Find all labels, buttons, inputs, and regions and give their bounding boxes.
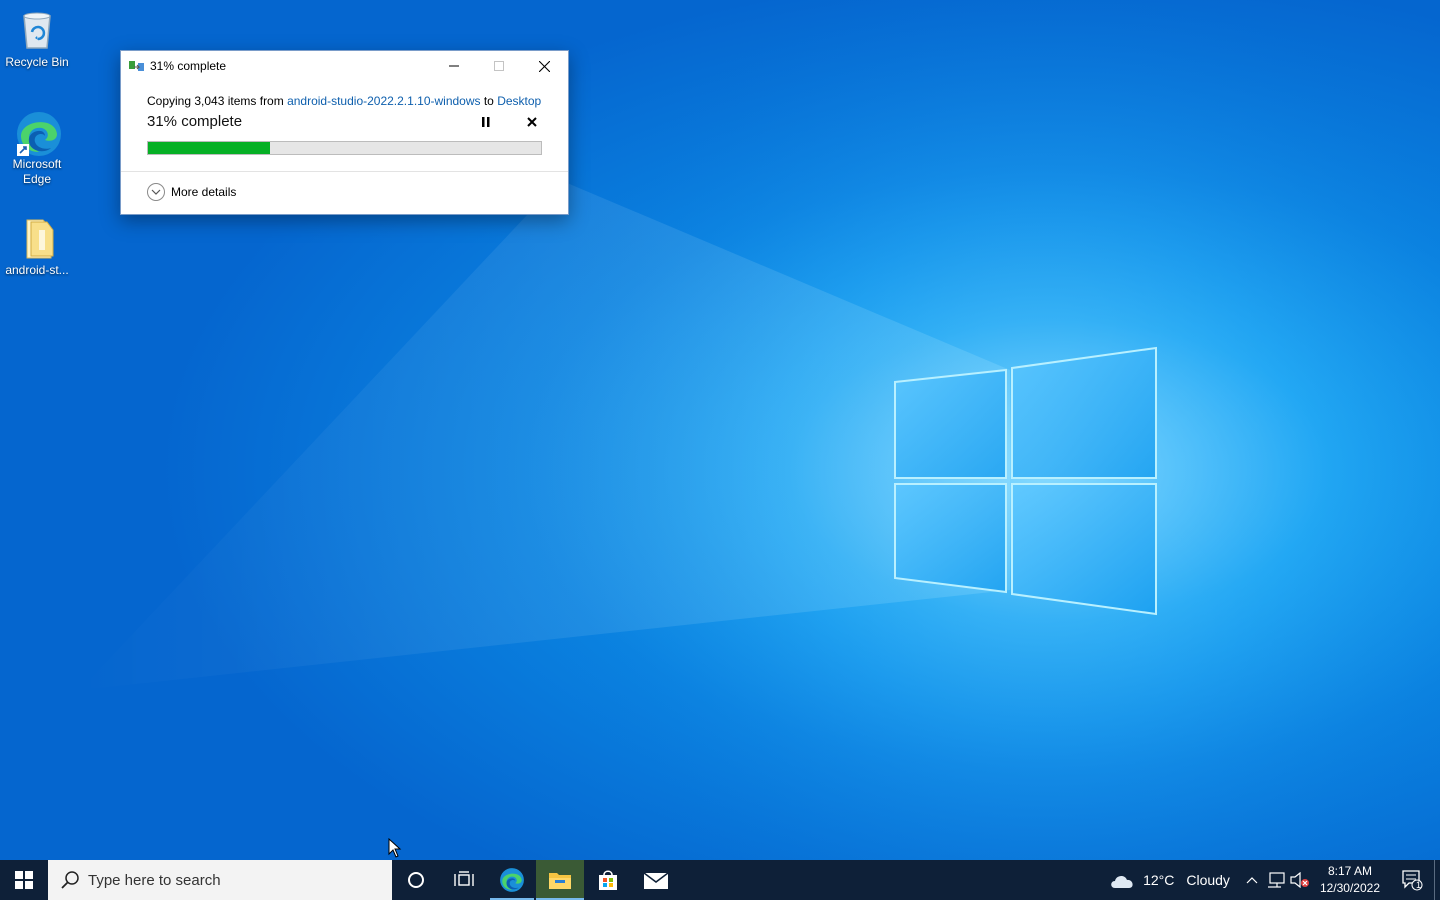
dialog-title-bar[interactable]: 31% complete [121, 51, 568, 81]
task-view-button[interactable] [440, 860, 488, 900]
taskbar-search-box[interactable]: Type here to search [48, 860, 392, 900]
task-view-icon [454, 871, 474, 886]
maximize-button[interactable] [476, 51, 521, 81]
mouse-cursor-icon [388, 838, 402, 858]
cortana-icon [408, 872, 424, 888]
mail-icon [643, 872, 669, 889]
edge-icon [15, 110, 61, 156]
pause-icon [482, 117, 490, 127]
pause-button[interactable] [478, 114, 494, 130]
start-button[interactable] [0, 860, 48, 900]
progress-bar [147, 141, 542, 155]
taskbar: Type here to search 12°C Cloudy 8:17 AM … [0, 860, 1440, 900]
copy-prefix: Copying 3,043 items from [147, 94, 288, 108]
taskbar-file-explorer-button[interactable] [536, 860, 584, 900]
taskbar-store-button[interactable] [584, 860, 632, 900]
maximize-icon [493, 61, 504, 71]
network-icon [1267, 872, 1285, 888]
copy-progress-dialog: 31% complete Copying 3,043 items from an… [120, 50, 569, 215]
progress-status: 31% complete [147, 113, 243, 130]
action-center-button[interactable]: 1 [1390, 860, 1434, 900]
taskbar-edge-button[interactable] [488, 860, 536, 900]
divider [121, 171, 568, 172]
source-folder-link[interactable]: android-studio-2022.2.1.10-windows [287, 94, 480, 108]
desktop-icon-label: Microsoft Edge [12, 157, 62, 186]
cortana-button[interactable] [392, 860, 440, 900]
close-icon [539, 60, 550, 72]
chevron-up-icon [1246, 877, 1258, 884]
store-icon [599, 870, 617, 890]
minimize-button[interactable] [431, 51, 476, 81]
edge-icon [500, 868, 524, 892]
close-button[interactable] [522, 51, 567, 81]
copy-to-word: to [480, 94, 498, 108]
volume-button[interactable] [1288, 860, 1312, 900]
cancel-copy-button[interactable] [524, 114, 540, 130]
more-details-toggle[interactable]: More details [147, 183, 236, 201]
search-placeholder: Type here to search [88, 871, 221, 889]
recycle-bin-icon [15, 8, 59, 52]
clock-date: 12/30/2022 [1319, 881, 1380, 895]
weather-temp: 12°C [1143, 872, 1175, 888]
destination-link[interactable]: Desktop [497, 94, 541, 108]
chevron-down-icon [147, 183, 165, 201]
clock-time: 8:17 AM [1327, 864, 1372, 878]
progress-fill [148, 142, 270, 154]
weather-widget[interactable]: 12°C Cloudy [1109, 871, 1230, 889]
network-button[interactable] [1264, 860, 1288, 900]
notification-count: 1 [1416, 880, 1422, 890]
desktop-icon-label: android-st... [5, 263, 69, 277]
desktop-icon-android-studio-folder[interactable]: android-st... [2, 216, 72, 278]
file-explorer-icon [549, 873, 571, 889]
dialog-title: 31% complete [150, 59, 227, 73]
taskbar-mail-button[interactable] [632, 860, 680, 900]
minimize-icon [448, 65, 459, 67]
weather-condition: Cloudy [1186, 872, 1230, 888]
folder-icon [15, 216, 59, 260]
cancel-icon [527, 117, 537, 127]
taskbar-clock[interactable]: 8:17 AM 12/30/2022 [1320, 863, 1380, 897]
copy-description: Copying 3,043 items from android-studio-… [147, 94, 541, 108]
show-desktop-button[interactable] [1434, 860, 1440, 900]
desktop-icon-recycle-bin[interactable]: Recycle Bin [2, 8, 72, 70]
volume-muted-icon [1290, 872, 1309, 888]
file-copy-icon [129, 61, 144, 71]
desktop-icon-edge[interactable]: Microsoft Edge [2, 110, 72, 187]
system-tray: 12°C Cloudy 8:17 AM 12/30/2022 1 [1109, 860, 1440, 900]
show-hidden-icons-button[interactable] [1240, 860, 1264, 900]
cloudy-weather-icon [1111, 875, 1133, 888]
desktop-icon-label: Recycle Bin [5, 55, 69, 69]
more-details-label: More details [171, 185, 237, 199]
windows-logo-icon [15, 871, 33, 889]
search-icon [61, 871, 79, 889]
